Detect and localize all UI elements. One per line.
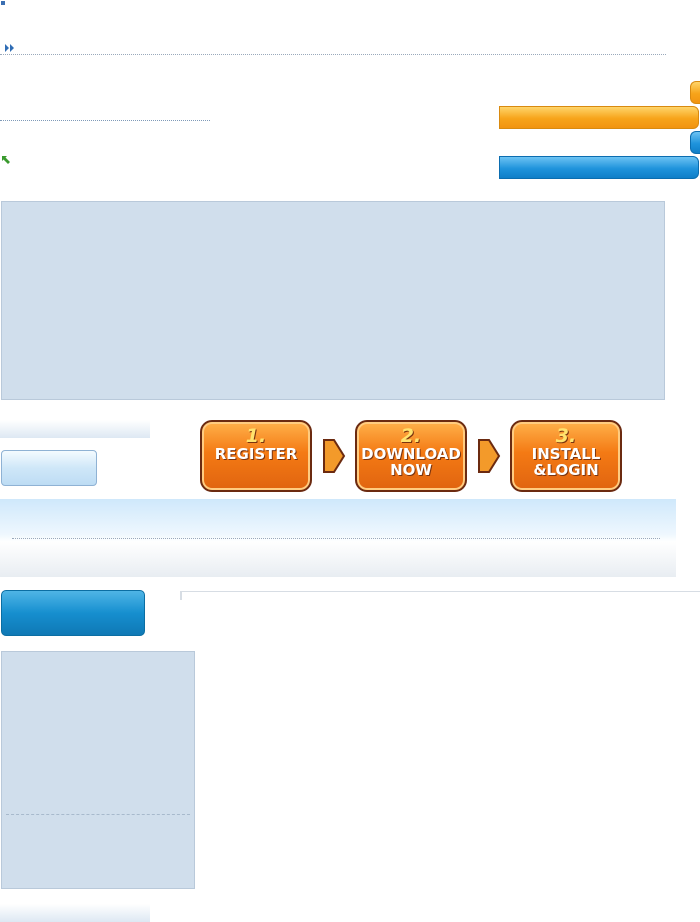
double-arrow-icon[interactable] — [5, 37, 15, 52]
orange-arrow-icon — [477, 436, 501, 480]
register-step-button[interactable]: 1. REGISTER — [200, 420, 312, 492]
step-number: 2. — [400, 425, 422, 447]
section-divider — [0, 120, 210, 121]
step-label: REGISTER — [214, 445, 298, 463]
sidebar-divider — [6, 814, 190, 815]
download-step-button[interactable]: 2. DOWNLOAD NOW — [355, 420, 467, 492]
sidebar-panel — [1, 651, 195, 889]
light-blue-button[interactable] — [1, 450, 97, 486]
info-band — [0, 499, 676, 577]
side-header-strip — [0, 420, 150, 438]
install-login-step-button[interactable]: 3. INSTALL &LOGIN — [510, 420, 622, 492]
blue-tab-small[interactable] — [690, 131, 700, 154]
content-panel — [1, 201, 665, 400]
step-label: DOWNLOAD NOW — [361, 445, 461, 479]
blue-bar[interactable] — [499, 156, 699, 179]
bottom-header-strip — [0, 904, 150, 922]
content-rule — [180, 591, 700, 600]
dot-icon — [1, 1, 5, 5]
step-label: INSTALL &LOGIN — [531, 445, 601, 479]
green-arrow-icon[interactable] — [1, 150, 11, 164]
step-number: 3. — [555, 425, 577, 447]
header-divider — [0, 54, 666, 55]
orange-bar[interactable] — [499, 106, 699, 129]
orange-tab-small[interactable] — [690, 81, 700, 104]
orange-arrow-icon — [322, 436, 346, 480]
step-number: 1. — [245, 425, 267, 447]
band-divider — [12, 538, 660, 539]
menu-header-button[interactable] — [1, 590, 145, 636]
